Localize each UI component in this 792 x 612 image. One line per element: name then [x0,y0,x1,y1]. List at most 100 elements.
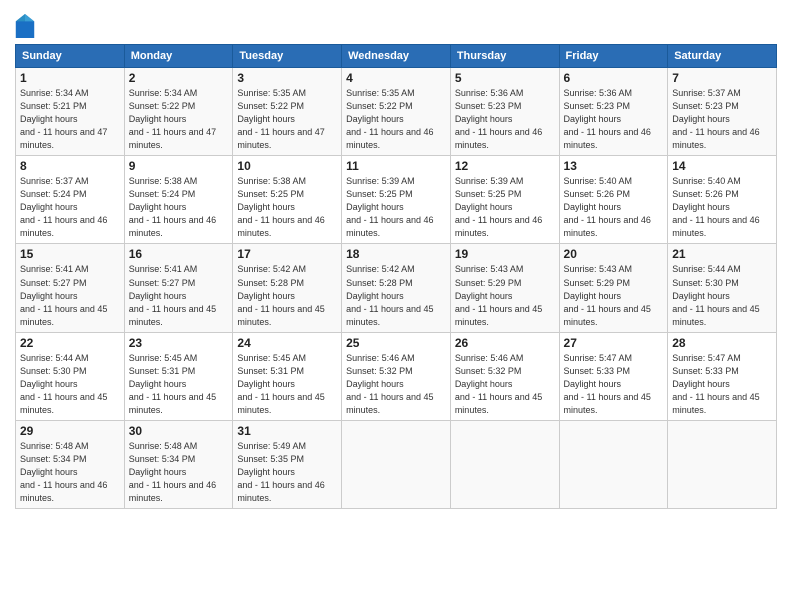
logo-icon [15,14,35,38]
calendar-cell: 15 Sunrise: 5:41 AMSunset: 5:27 PMDayligh… [16,244,125,332]
day-number: 30 [129,424,229,438]
day-number: 25 [346,336,446,350]
day-detail: Sunrise: 5:49 AMSunset: 5:35 PMDaylight … [237,440,337,505]
calendar-cell: 29 Sunrise: 5:48 AMSunset: 5:34 PMDayligh… [16,420,125,508]
calendar-cell: 5 Sunrise: 5:36 AMSunset: 5:23 PMDaylight… [450,68,559,156]
day-number: 10 [237,159,337,173]
calendar-cell: 3 Sunrise: 5:35 AMSunset: 5:22 PMDaylight… [233,68,342,156]
calendar-cell: 31 Sunrise: 5:49 AMSunset: 5:35 PMDayligh… [233,420,342,508]
day-detail: Sunrise: 5:34 AMSunset: 5:21 PMDaylight … [20,87,120,152]
calendar-cell: 24 Sunrise: 5:45 AMSunset: 5:31 PMDayligh… [233,332,342,420]
day-number: 4 [346,71,446,85]
header [15,10,777,38]
calendar-cell: 1Sunrise: 5:34 AMSunset: 5:21 PMDaylight… [16,68,125,156]
calendar-cell: 4Sunrise: 5:35 AMSunset: 5:22 PMDaylight… [342,68,451,156]
header-day-monday: Monday [124,45,233,68]
calendar-week-1: 1Sunrise: 5:34 AMSunset: 5:21 PMDaylight… [16,68,777,156]
day-detail: Sunrise: 5:47 AMSunset: 5:33 PMDaylight … [564,352,664,417]
day-detail: Sunrise: 5:37 AMSunset: 5:23 PMDaylight … [672,87,772,152]
calendar-cell: 30 Sunrise: 5:48 AMSunset: 5:34 PMDayligh… [124,420,233,508]
day-detail: Sunrise: 5:48 AMSunset: 5:34 PMDaylight … [129,440,229,505]
day-detail: Sunrise: 5:46 AMSunset: 5:32 PMDaylight … [346,352,446,417]
day-detail: Sunrise: 5:40 AMSunset: 5:26 PMDaylight … [672,175,772,240]
calendar-week-2: 8 Sunrise: 5:37 AMSunset: 5:24 PMDaylight… [16,156,777,244]
calendar-cell: 7 Sunrise: 5:37 AMSunset: 5:23 PMDaylight… [668,68,777,156]
day-detail: Sunrise: 5:41 AMSunset: 5:27 PMDaylight … [20,263,120,328]
day-detail: Sunrise: 5:34 AMSunset: 5:22 PMDaylight … [129,87,229,152]
day-number: 21 [672,247,772,261]
day-detail: Sunrise: 5:36 AMSunset: 5:23 PMDaylight … [564,87,664,152]
calendar-cell: 26 Sunrise: 5:46 AMSunset: 5:32 PMDayligh… [450,332,559,420]
day-number: 17 [237,247,337,261]
day-detail: Sunrise: 5:38 AMSunset: 5:25 PMDaylight … [237,175,337,240]
day-detail: Sunrise: 5:45 AMSunset: 5:31 PMDaylight … [129,352,229,417]
day-detail: Sunrise: 5:42 AMSunset: 5:28 PMDaylight … [237,263,337,328]
day-number: 18 [346,247,446,261]
day-number: 5 [455,71,555,85]
day-detail: Sunrise: 5:47 AMSunset: 5:33 PMDaylight … [672,352,772,417]
day-detail: Sunrise: 5:39 AMSunset: 5:25 PMDaylight … [346,175,446,240]
header-day-thursday: Thursday [450,45,559,68]
calendar-cell: 9Sunrise: 5:38 AMSunset: 5:24 PMDaylight… [124,156,233,244]
day-detail: Sunrise: 5:37 AMSunset: 5:24 PMDaylight … [20,175,120,240]
page: SundayMondayTuesdayWednesdayThursdayFrid… [0,0,792,612]
day-detail: Sunrise: 5:36 AMSunset: 5:23 PMDaylight … [455,87,555,152]
day-detail: Sunrise: 5:43 AMSunset: 5:29 PMDaylight … [455,263,555,328]
day-detail: Sunrise: 5:45 AMSunset: 5:31 PMDaylight … [237,352,337,417]
day-number: 6 [564,71,664,85]
day-number: 7 [672,71,772,85]
day-number: 20 [564,247,664,261]
day-number: 29 [20,424,120,438]
day-number: 24 [237,336,337,350]
calendar-cell: 16 Sunrise: 5:41 AMSunset: 5:27 PMDayligh… [124,244,233,332]
calendar-cell [559,420,668,508]
calendar-cell: 22Sunrise: 5:44 AMSunset: 5:30 PMDayligh… [16,332,125,420]
calendar-cell: 18 Sunrise: 5:42 AMSunset: 5:28 PMDayligh… [342,244,451,332]
calendar-cell: 20 Sunrise: 5:43 AMSunset: 5:29 PMDayligh… [559,244,668,332]
day-number: 2 [129,71,229,85]
day-number: 15 [20,247,120,261]
header-day-saturday: Saturday [668,45,777,68]
day-detail: Sunrise: 5:48 AMSunset: 5:34 PMDaylight … [20,440,120,505]
calendar-cell: 21Sunrise: 5:44 AMSunset: 5:30 PMDayligh… [668,244,777,332]
day-number: 13 [564,159,664,173]
day-number: 11 [346,159,446,173]
calendar-cell: 25 Sunrise: 5:46 AMSunset: 5:32 PMDayligh… [342,332,451,420]
calendar-cell: 10 Sunrise: 5:38 AMSunset: 5:25 PMDayligh… [233,156,342,244]
calendar-cell: 13 Sunrise: 5:40 AMSunset: 5:26 PMDayligh… [559,156,668,244]
calendar-table: SundayMondayTuesdayWednesdayThursdayFrid… [15,44,777,509]
calendar-cell [342,420,451,508]
calendar-header-row: SundayMondayTuesdayWednesdayThursdayFrid… [16,45,777,68]
day-detail: Sunrise: 5:42 AMSunset: 5:28 PMDaylight … [346,263,446,328]
calendar-cell: 8 Sunrise: 5:37 AMSunset: 5:24 PMDaylight… [16,156,125,244]
day-number: 31 [237,424,337,438]
day-number: 28 [672,336,772,350]
day-number: 23 [129,336,229,350]
day-number: 3 [237,71,337,85]
calendar-cell: 6 Sunrise: 5:36 AMSunset: 5:23 PMDaylight… [559,68,668,156]
calendar-cell: 11 Sunrise: 5:39 AMSunset: 5:25 PMDayligh… [342,156,451,244]
day-number: 12 [455,159,555,173]
day-number: 16 [129,247,229,261]
day-number: 14 [672,159,772,173]
day-number: 27 [564,336,664,350]
day-detail: Sunrise: 5:43 AMSunset: 5:29 PMDaylight … [564,263,664,328]
day-number: 22 [20,336,120,350]
calendar-cell: 19 Sunrise: 5:43 AMSunset: 5:29 PMDayligh… [450,244,559,332]
calendar-week-5: 29 Sunrise: 5:48 AMSunset: 5:34 PMDayligh… [16,420,777,508]
calendar-cell: 27 Sunrise: 5:47 AMSunset: 5:33 PMDayligh… [559,332,668,420]
day-detail: Sunrise: 5:41 AMSunset: 5:27 PMDaylight … [129,263,229,328]
day-detail: Sunrise: 5:39 AMSunset: 5:25 PMDaylight … [455,175,555,240]
calendar-cell: 28 Sunrise: 5:47 AMSunset: 5:33 PMDayligh… [668,332,777,420]
calendar-cell: 12 Sunrise: 5:39 AMSunset: 5:25 PMDayligh… [450,156,559,244]
day-number: 8 [20,159,120,173]
day-number: 26 [455,336,555,350]
day-number: 19 [455,247,555,261]
day-detail: Sunrise: 5:46 AMSunset: 5:32 PMDaylight … [455,352,555,417]
calendar-cell: 2 Sunrise: 5:34 AMSunset: 5:22 PMDaylight… [124,68,233,156]
calendar-week-4: 22Sunrise: 5:44 AMSunset: 5:30 PMDayligh… [16,332,777,420]
day-detail: Sunrise: 5:40 AMSunset: 5:26 PMDaylight … [564,175,664,240]
day-detail: Sunrise: 5:35 AMSunset: 5:22 PMDaylight … [237,87,337,152]
header-day-sunday: Sunday [16,45,125,68]
calendar-cell [668,420,777,508]
